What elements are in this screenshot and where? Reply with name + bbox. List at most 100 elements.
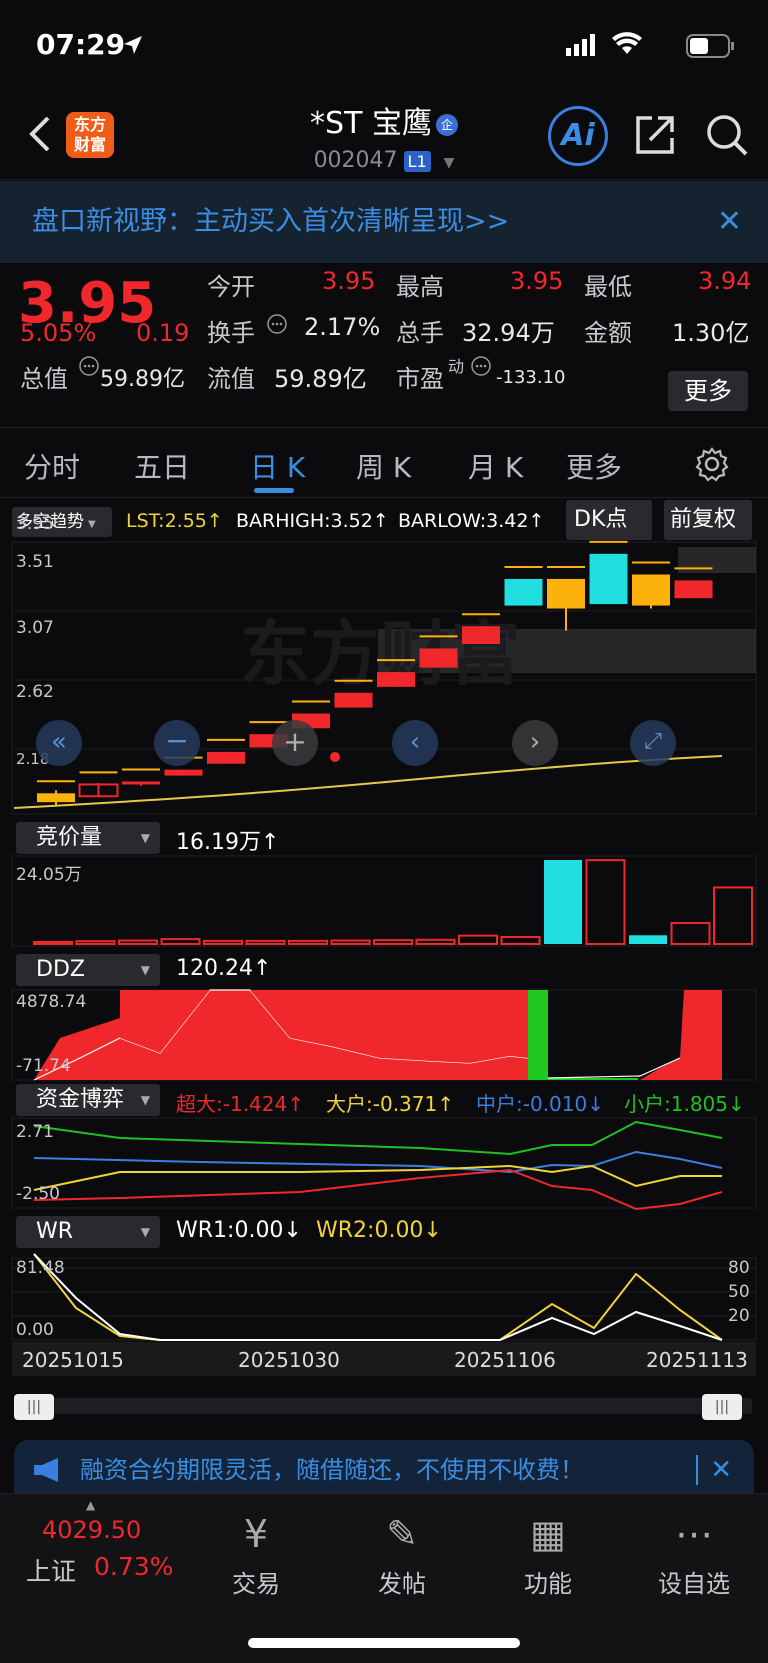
volume-bar <box>160 938 201 946</box>
zoom-out-icon[interactable]: − <box>154 720 200 766</box>
volume-indicator-select[interactable]: 竞价量 ▼ <box>16 822 160 854</box>
fund-line-medium <box>33 1150 723 1174</box>
fund-small: 小户:1.805↓ <box>624 1092 745 1116</box>
share-icon[interactable] <box>632 112 678 158</box>
rewind-icon[interactable]: « <box>36 720 82 766</box>
ai-button[interactable]: Ai <box>548 106 608 166</box>
volume-indicator-value: 16.19万↑ <box>176 824 279 856</box>
volume-bar <box>33 941 73 945</box>
ddz-indicator-value: 120.24↑ <box>176 956 271 981</box>
down-arrow-icon: ↓ <box>587 1092 604 1116</box>
trade-label: 交易 <box>232 1570 280 1598</box>
ma-line <box>13 755 723 809</box>
candle <box>419 648 458 668</box>
tab-more[interactable]: 更多 <box>566 446 622 486</box>
change-amt: 0.19 <box>136 319 190 347</box>
candle <box>547 578 585 609</box>
kline-y-tick: 3.95 <box>16 514 54 534</box>
fund-super: 超大:-1.424↑ <box>176 1092 304 1116</box>
volume-value: 32.94万 <box>462 319 555 347</box>
fund-medium-value: -0.010 <box>522 1092 588 1116</box>
pe-label: 市盈 <box>396 365 444 393</box>
status-time: 07:29 <box>36 28 126 61</box>
x-date-label: 20251106 <box>454 1348 556 1372</box>
functions-button[interactable]: ▦ 功能 <box>498 1504 598 1599</box>
info-icon[interactable] <box>266 313 288 335</box>
wr1-value: WR1:0.00↓ <box>176 1218 302 1243</box>
candle <box>164 769 203 776</box>
ddz-y-top: 4878.74 <box>16 992 87 1012</box>
yen-icon: ¥ <box>243 1512 269 1556</box>
volume-bar <box>458 934 498 945</box>
volume-value-text: 16.19万 <box>176 830 261 855</box>
trade-button[interactable]: ¥ 交易 <box>206 1504 306 1599</box>
fullscreen-icon[interactable]: ⤢ <box>630 720 676 766</box>
fund-medium-name: 中户 <box>476 1092 516 1116</box>
range-handle-right[interactable]: ||| <box>702 1394 742 1420</box>
down-arrow-icon: ↓ <box>283 1218 302 1243</box>
tab-five-day[interactable]: 五日 <box>134 446 190 486</box>
active-tab-indicator <box>254 488 294 493</box>
index-name[interactable]: 上证 <box>26 1552 76 1588</box>
wr2-text: WR2:0.00 <box>316 1218 424 1243</box>
fund-line-small <box>33 1120 723 1156</box>
fund-indicator-select[interactable]: 资金博弈 ▼ <box>16 1084 160 1116</box>
volume-bar <box>245 939 286 945</box>
more-button[interactable]: 更多 <box>668 371 748 411</box>
up-caret-icon: ▲ <box>86 1498 96 1512</box>
ddz-indicator-select[interactable]: DDZ ▼ <box>16 954 160 986</box>
add-watchlist-button[interactable]: ⋯ 设自选 <box>644 1504 744 1599</box>
add-watchlist-label: 设自选 <box>658 1570 730 1598</box>
zoom-in-icon[interactable]: + <box>272 720 318 766</box>
index-pct[interactable]: 0.73% <box>94 1552 173 1581</box>
promo-banner[interactable]: 盘口新视野：主动买入首次清晰呈现>> ✕ <box>0 181 768 263</box>
fund-super-value: -1.424 <box>222 1092 288 1116</box>
ddz-green-bar <box>528 990 548 1080</box>
amount-value: 1.30亿 <box>672 319 750 347</box>
info-icon[interactable] <box>470 355 492 377</box>
chevron-down-icon: ▼ <box>140 1093 150 1107</box>
event-marker[interactable] <box>330 752 340 762</box>
wr-indicator-select[interactable]: WR ▼ <box>16 1216 160 1248</box>
ad-banner[interactable]: 融资合约期限灵活，随借随还，不使用不收费！ ✕ <box>14 1440 754 1500</box>
range-handle-left[interactable]: ||| <box>14 1394 54 1420</box>
candle <box>377 672 415 687</box>
wr-right-tick: 50 <box>728 1282 750 1302</box>
search-icon[interactable] <box>704 112 750 158</box>
index-value[interactable]: 4029.50 <box>42 1516 141 1544</box>
close-icon[interactable]: ✕ <box>717 181 742 263</box>
up-arrow-icon: ↑ <box>437 1092 454 1116</box>
tab-daily-k[interactable]: 日 K <box>250 446 305 486</box>
post-button[interactable]: ✎ 发帖 <box>352 1504 452 1599</box>
chart-area[interactable]: 多空趋势 ▼ LST:2.55↑ BARHIGH:3.52↑ BARLOW:3.4… <box>0 498 768 1428</box>
ddz-indicator-label: DDZ <box>36 957 85 982</box>
wr-frame <box>11 1257 757 1341</box>
range-scrollbar[interactable] <box>14 1398 752 1414</box>
step-left-icon[interactable]: ‹ <box>392 720 438 766</box>
grid-icon: ▦ <box>530 1512 566 1556</box>
wr1-text: WR1:0.00 <box>176 1218 284 1243</box>
low-label: 最低 <box>584 273 632 301</box>
info-icon[interactable] <box>78 355 100 377</box>
fund-indicator-label: 资金博弈 <box>36 1087 125 1112</box>
wr-y-top: 81.48 <box>16 1258 65 1278</box>
volume-bar <box>544 860 582 944</box>
ddz-value-text: 120.24 <box>176 956 253 981</box>
fund-line-large <box>33 1164 722 1191</box>
more-icon: ⋯ <box>675 1512 713 1556</box>
tab-weekly-k[interactable]: 周 K <box>356 446 411 486</box>
tab-intraday[interactable]: 分时 <box>24 446 80 486</box>
close-icon[interactable]: ✕ <box>696 1455 732 1485</box>
volume-bar <box>670 922 711 946</box>
volume-layer <box>33 859 753 946</box>
volume-bar <box>203 939 243 945</box>
enterprise-badge: 企 <box>435 113 458 136</box>
gear-icon[interactable] <box>694 446 730 482</box>
signal-icon <box>566 34 595 56</box>
step-right-icon[interactable]: › <box>512 720 558 766</box>
tab-monthly-k[interactable]: 月 K <box>468 446 523 486</box>
level-badge: L1 <box>403 150 431 172</box>
low-value: 3.94 <box>698 267 752 295</box>
down-arrow-icon: ↓ <box>728 1092 745 1116</box>
volume-bar <box>585 859 626 945</box>
